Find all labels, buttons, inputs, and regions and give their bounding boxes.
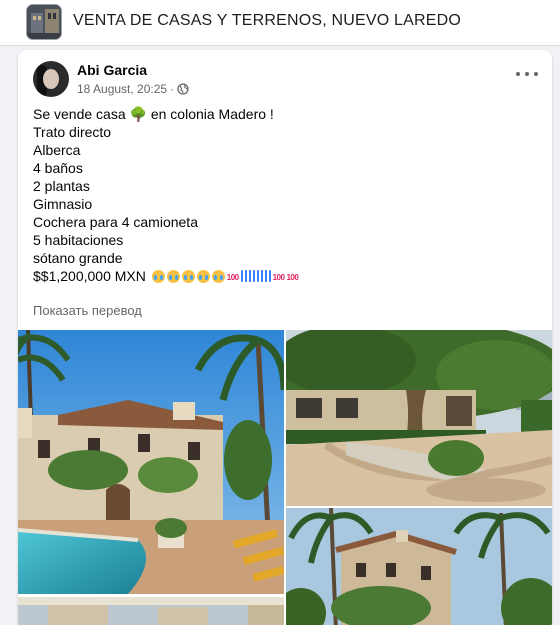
post-line: Cochera para 4 camioneta <box>33 214 198 230</box>
post-price: $$1,200,000 MXN <box>33 268 146 284</box>
group-header: VENTA DE CASAS Y TERRENOS, NUEVO LAREDO <box>0 0 560 46</box>
hundred-points-icon: 100 <box>226 273 239 282</box>
avatar[interactable] <box>33 61 69 97</box>
post-line: sótano grande <box>33 250 123 266</box>
photo-partial[interactable] <box>18 597 284 625</box>
photo-villa-pool[interactable] <box>18 330 284 594</box>
crying-face-icon <box>196 270 210 283</box>
signal-bars-icon <box>240 270 255 282</box>
more-options-icon[interactable] <box>516 66 538 82</box>
post-line: Trato directo <box>33 124 112 140</box>
group-thumbnail[interactable] <box>26 4 62 40</box>
see-translation-link[interactable]: Показать перевод <box>33 303 142 318</box>
post-date[interactable]: 18 August, 20:25 <box>77 82 167 96</box>
price-line: $$1,200,000 MXN 100 100 100 <box>33 267 533 285</box>
post-card: Abi Garcia 18 August, 20:25 · Se vende c… <box>18 50 552 625</box>
post-line: Gimnasio <box>33 196 93 212</box>
post-line: 2 plantas <box>33 178 90 194</box>
crying-face-icon <box>211 270 225 283</box>
hundred-points-icon: 100 <box>286 273 299 282</box>
photo-driveway-tree[interactable] <box>286 330 552 506</box>
post-line: 4 baños <box>33 160 83 176</box>
crying-face-icon <box>151 270 165 283</box>
post-line: Alberca <box>33 142 81 158</box>
photo-villa-palms[interactable] <box>286 508 552 625</box>
meta-separator: · <box>170 82 175 96</box>
globe-icon[interactable] <box>177 83 189 95</box>
crying-face-icon <box>166 270 180 283</box>
post-author[interactable]: Abi Garcia <box>77 62 147 78</box>
hundred-points-icon: 100 <box>272 273 285 282</box>
group-title[interactable]: VENTA DE CASAS Y TERRENOS, NUEVO LAREDO <box>73 12 461 30</box>
post-body: Se vende casa 🌳 en colonia Madero ! Trat… <box>33 105 533 285</box>
signal-bars-icon <box>256 270 271 282</box>
crying-face-icon <box>181 270 195 283</box>
post-meta: 18 August, 20:25 · <box>77 82 189 96</box>
post-line: Se vende casa 🌳 en colonia Madero ! <box>33 106 274 122</box>
post-line: 5 habitaciones <box>33 232 124 248</box>
